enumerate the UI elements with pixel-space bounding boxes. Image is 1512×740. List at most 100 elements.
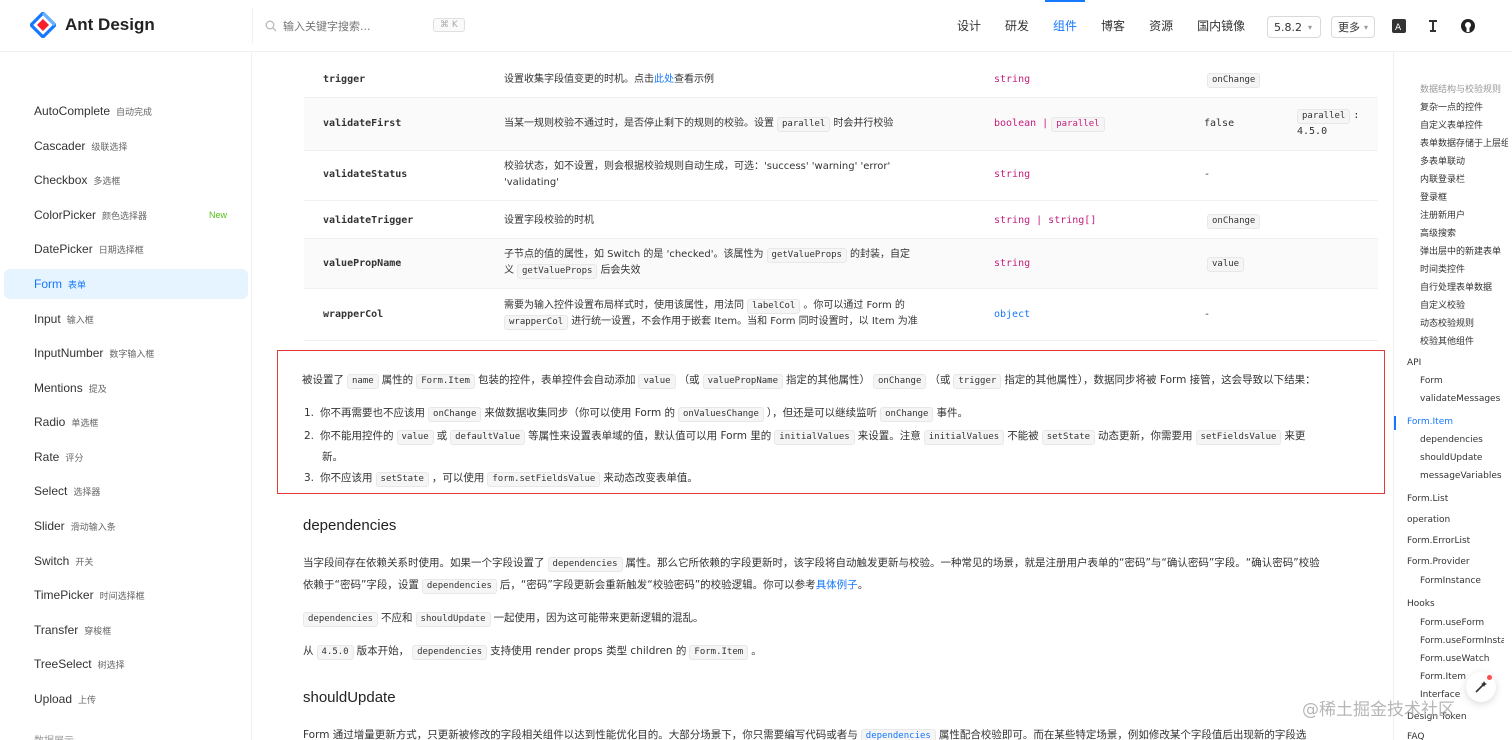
toc-item[interactable]: validateMessages	[1420, 394, 1512, 404]
sidebar-item-datepicker[interactable]: DatePicker 日期选择框	[4, 234, 248, 264]
prop-type: string | string[]	[994, 215, 1097, 226]
inline-code: wrapperCol	[504, 315, 569, 330]
desc-text: 义	[504, 265, 514, 276]
toc-item[interactable]: 校验其他组件	[1420, 334, 1512, 347]
inline-code: 4.5.0	[316, 645, 354, 660]
example-link[interactable]: 具体例子	[816, 579, 858, 591]
sidebar-item-transfer[interactable]: Transfer 穿梭框	[4, 615, 248, 645]
toc-item[interactable]: Form.List	[1407, 494, 1512, 504]
toc-item[interactable]: 注册新用户	[1420, 208, 1512, 221]
sidebar-item-cascader[interactable]: Cascader 级联选择	[4, 131, 248, 161]
github-icon[interactable]	[1458, 16, 1478, 36]
sidebar-item-label: Mentions	[34, 381, 83, 395]
type-code: parallel	[1051, 117, 1105, 132]
nav-components[interactable]: 组件	[1041, 0, 1089, 52]
sidebar-item-switch[interactable]: Switch 开关	[4, 546, 248, 576]
notice-text: 不能被	[1007, 430, 1039, 442]
toc-item[interactable]: 表单数据存储于上层组件	[1420, 136, 1508, 149]
toc-item[interactable]: Form.useWatch	[1420, 654, 1512, 664]
toc-item[interactable]: FormInstance	[1420, 576, 1512, 586]
brand-logo[interactable]: Ant Design	[30, 12, 155, 38]
toc-item[interactable]: 数据结构与校验规则	[1420, 82, 1512, 95]
sidebar-item-cn: 多选框	[93, 175, 121, 186]
toc-item[interactable]: operation	[1407, 515, 1512, 525]
nav-blog[interactable]: 博客	[1089, 0, 1137, 52]
table-row: validateStatus 校验状态，如不设置，则会根据校验规则自动生成，可选…	[304, 151, 1378, 201]
language-icon[interactable]: A	[1389, 16, 1409, 36]
search-input[interactable]	[283, 19, 423, 33]
notice-text: ），但还是可以继续监听	[766, 407, 878, 419]
toc-item[interactable]: 动态校验规则	[1420, 316, 1512, 329]
more-label: 更多	[1338, 21, 1360, 34]
toc-item[interactable]: API	[1407, 358, 1512, 368]
toc-item[interactable]: 内联登录栏	[1420, 172, 1512, 185]
desc-text: 校验状态，如不设置，则会根据校验规则自动生成，可选：'success' 'war…	[504, 161, 891, 172]
toc-item[interactable]: 多表单联动	[1420, 154, 1512, 167]
toc-item[interactable]: messageVariables	[1420, 471, 1512, 481]
sidebar-item-upload[interactable]: Upload 上传	[4, 684, 248, 714]
toc-item[interactable]: Form.useFormInstance	[1420, 636, 1504, 646]
theme-float-button[interactable]	[1466, 672, 1496, 702]
direction-icon[interactable]	[1423, 16, 1443, 36]
sidebar-item-slider[interactable]: Slider 滑动输入条	[4, 511, 248, 541]
sidebar-item-checkbox[interactable]: Checkbox 多选框	[4, 165, 248, 195]
search-box[interactable]: ⌘ K	[252, 8, 472, 44]
toc-item[interactable]: shouldUpdate	[1420, 453, 1512, 463]
version-number: 4.5.0	[1297, 126, 1328, 137]
desc-text: 需要为输入控件设置布局样式时，使用该属性，用法同	[504, 300, 744, 311]
toc-item[interactable]: Form	[1420, 376, 1512, 386]
desc-text: 进行统一设置，不会作用于嵌套 Item。当和 Form 同时设置时，以 Item…	[571, 316, 918, 327]
toc-item[interactable]: 高级搜索	[1420, 226, 1512, 239]
nav-develop[interactable]: 研发	[993, 0, 1041, 52]
toc-item[interactable]: Form.Provider	[1407, 557, 1512, 567]
inline-code: valuePropName	[702, 374, 784, 389]
toc-item[interactable]: 登录框	[1420, 190, 1512, 203]
example-link[interactable]: 此处	[654, 74, 674, 85]
sidebar-item-rate[interactable]: Rate 评分	[4, 442, 248, 472]
sidebar-item-mentions[interactable]: Mentions 提及	[4, 373, 248, 403]
sidebar-item-form[interactable]: Form 表单	[4, 269, 248, 299]
sidebar-item-inputnumber[interactable]: InputNumber 数字输入框	[4, 338, 248, 368]
sidebar-item-select[interactable]: Select 选择器	[4, 476, 248, 506]
inline-code: initialValues	[774, 430, 855, 445]
version-code: parallel	[1297, 109, 1351, 124]
toc-item[interactable]: Hooks	[1407, 599, 1512, 609]
table-row: trigger 设置收集字段值变更的时机。点击此处查看示例 string onC…	[304, 52, 1378, 98]
toc-item-active[interactable]: Form.Item	[1407, 417, 1512, 427]
sidebar-item-treeselect[interactable]: TreeSelect 树选择	[4, 649, 248, 679]
main-content: trigger 设置收集字段值变更的时机。点击此处查看示例 string onC…	[253, 52, 1393, 740]
toc-item[interactable]: 时间类控件	[1420, 262, 1512, 275]
nav-resources[interactable]: 资源	[1137, 0, 1185, 52]
prop-type: boolean | parallel	[994, 116, 1108, 132]
toc-item[interactable]: dependencies	[1420, 435, 1512, 445]
sidebar-item-label: TimePicker	[34, 588, 94, 602]
sidebar-item-radio[interactable]: Radio 单选框	[4, 407, 248, 437]
prop-desc: 校验状态，如不设置，则会根据校验规则自动生成，可选：'success' 'war…	[504, 159, 964, 191]
inline-code: shouldUpdate	[415, 612, 491, 627]
toc-item[interactable]: 弹出层中的新建表单	[1420, 244, 1508, 257]
version-select[interactable]: 5.8.2 ▾	[1267, 16, 1321, 38]
toc-item[interactable]: Form.Item.useStatus	[1420, 672, 1466, 682]
paragraph: 从 4.5.0 版本开始， dependencies 支持使用 render props…	[303, 642, 762, 660]
sidebar-item-colorpicker[interactable]: ColorPicker 颜色选择器 New	[4, 200, 248, 230]
toc-item[interactable]: 复杂一点的控件	[1420, 100, 1512, 113]
toc-item[interactable]: 自定义表单控件	[1420, 118, 1512, 131]
inline-code-link[interactable]: dependencies	[860, 729, 936, 740]
inline-code: setState	[375, 472, 429, 487]
toc-item[interactable]: FAQ	[1407, 732, 1512, 740]
more-select[interactable]: 更多 ▾	[1331, 16, 1375, 38]
toc-item[interactable]: 自定义校验	[1420, 298, 1512, 311]
nav-design[interactable]: 设计	[945, 0, 993, 52]
nav-mirror[interactable]: 国内镜像	[1185, 0, 1257, 52]
inline-code: getValueProps	[766, 248, 847, 263]
toc-item[interactable]: Form.ErrorList	[1407, 536, 1512, 546]
para-text: 一起使用，因为这可能带来更新逻辑的混乱。	[493, 612, 704, 624]
sidebar-item-label: Rate	[34, 450, 60, 464]
sidebar-item-autocomplete[interactable]: AutoComplete 自动完成	[4, 96, 248, 126]
notice-text: 你不再需要也不应该用	[320, 407, 426, 419]
sidebar-item-timepicker[interactable]: TimePicker 时间选择框	[4, 580, 248, 610]
sidebar-item-input[interactable]: Input 输入框	[4, 304, 248, 334]
toc-item[interactable]: 自行处理表单数据	[1420, 280, 1512, 293]
sidebar-item-label: Switch	[34, 554, 70, 568]
toc-item[interactable]: Form.useForm	[1420, 618, 1512, 628]
